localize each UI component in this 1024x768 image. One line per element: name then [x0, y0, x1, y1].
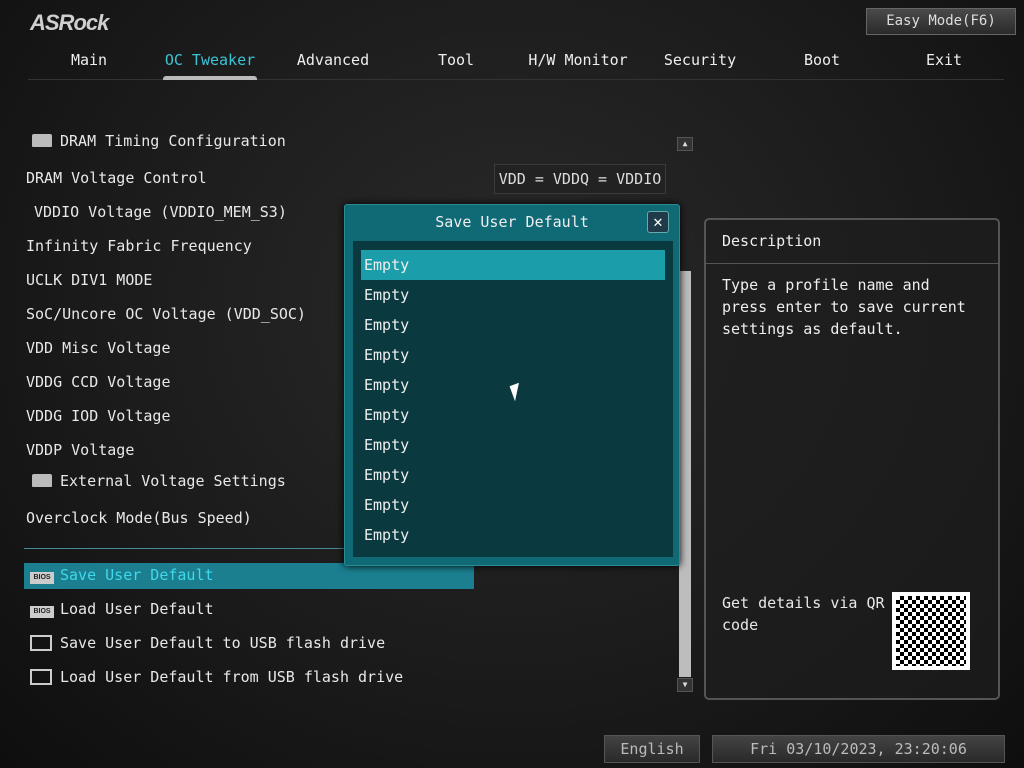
- tab-security[interactable]: Security: [639, 50, 761, 70]
- setting-overclock-mode[interactable]: Overclock Mode(Bus Speed): [26, 506, 252, 530]
- scrollbar-thumb[interactable]: [679, 271, 691, 677]
- profile-slot[interactable]: Empty: [361, 400, 665, 430]
- profile-slot[interactable]: Empty: [361, 520, 665, 550]
- load-user-default-item[interactable]: BIOS Load User Default: [30, 597, 214, 621]
- item-label: Save User Default to USB flash drive: [60, 634, 386, 652]
- setting-infinity-fabric[interactable]: Infinity Fabric Frequency: [26, 234, 252, 258]
- easy-mode-button[interactable]: Easy Mode(F6): [866, 8, 1016, 35]
- main-tabs: Main OC Tweaker Advanced Tool H/W Monito…: [28, 50, 1004, 80]
- qr-code: [892, 592, 970, 670]
- tab-hw-monitor[interactable]: H/W Monitor: [517, 50, 639, 70]
- scroll-down-button[interactable]: ▼: [677, 678, 693, 692]
- setting-external-voltage[interactable]: External Voltage Settings: [26, 469, 286, 493]
- folder-icon: [32, 134, 52, 147]
- profile-slot[interactable]: Empty: [361, 460, 665, 490]
- datetime-display: Fri 03/10/2023, 23:20:06: [712, 735, 1005, 763]
- item-label: Load User Default: [60, 600, 214, 618]
- bios-icon: BIOS: [30, 606, 54, 618]
- profile-slot-list: Empty Empty Empty Empty Empty Empty Empt…: [353, 241, 673, 557]
- tab-exit[interactable]: Exit: [883, 50, 1005, 70]
- item-label: Save User Default: [60, 566, 214, 584]
- save-user-default-item[interactable]: BIOS Save User Default: [30, 563, 214, 587]
- profile-slot[interactable]: Empty: [361, 310, 665, 340]
- setting-uclk-div1[interactable]: UCLK DIV1 MODE: [26, 268, 152, 292]
- profile-slot[interactable]: Empty: [361, 430, 665, 460]
- setting-dram-voltage-control[interactable]: DRAM Voltage Control: [26, 166, 207, 190]
- setting-vddg-ccd[interactable]: VDDG CCD Voltage: [26, 370, 171, 394]
- setting-vddp[interactable]: VDDP Voltage: [26, 438, 134, 462]
- asrock-logo: ASRock: [30, 10, 109, 35]
- setting-vdd-misc[interactable]: VDD Misc Voltage: [26, 336, 171, 360]
- profile-slot[interactable]: Empty: [361, 490, 665, 520]
- description-title: Description: [706, 220, 998, 264]
- save-user-default-usb-item[interactable]: Save User Default to USB flash drive: [30, 631, 385, 655]
- setting-soc-voltage[interactable]: SoC/Uncore OC Voltage (VDD_SOC): [26, 302, 306, 326]
- item-label: Load User Default from USB flash drive: [60, 668, 404, 686]
- scroll-up-button[interactable]: ▲: [677, 137, 693, 151]
- dialog-title: Save User Default: [435, 213, 589, 231]
- profile-slot[interactable]: Empty: [361, 250, 665, 280]
- qr-caption: Get details via QR code: [722, 594, 885, 634]
- setting-dram-timing[interactable]: DRAM Timing Configuration: [26, 129, 286, 153]
- tab-main[interactable]: Main: [28, 50, 150, 70]
- setting-vddio-voltage[interactable]: VDDIO Voltage (VDDIO_MEM_S3): [34, 200, 287, 224]
- setting-label: External Voltage Settings: [60, 472, 286, 490]
- floppy-icon: [30, 669, 52, 685]
- description-panel: Description Type a profile name and pres…: [704, 218, 1000, 700]
- floppy-icon: [30, 635, 52, 651]
- folder-icon: [32, 474, 52, 487]
- tab-oc-tweaker[interactable]: OC Tweaker: [149, 50, 271, 80]
- tab-tool[interactable]: Tool: [395, 50, 517, 70]
- setting-label: DRAM Timing Configuration: [60, 132, 286, 150]
- description-text: Type a profile name and press enter to s…: [722, 276, 966, 338]
- load-user-default-usb-item[interactable]: Load User Default from USB flash drive: [30, 665, 403, 689]
- bios-icon: BIOS: [30, 572, 54, 584]
- tab-boot[interactable]: Boot: [761, 50, 883, 70]
- profile-slot[interactable]: Empty: [361, 340, 665, 370]
- setting-vddg-iod[interactable]: VDDG IOD Voltage: [26, 404, 171, 428]
- language-button[interactable]: English: [604, 735, 700, 763]
- dram-voltage-control-value[interactable]: VDD = VDDQ = VDDIO: [494, 164, 666, 194]
- profile-slot[interactable]: Empty: [361, 280, 665, 310]
- tab-advanced[interactable]: Advanced: [272, 50, 394, 70]
- close-icon[interactable]: ✕: [647, 211, 669, 233]
